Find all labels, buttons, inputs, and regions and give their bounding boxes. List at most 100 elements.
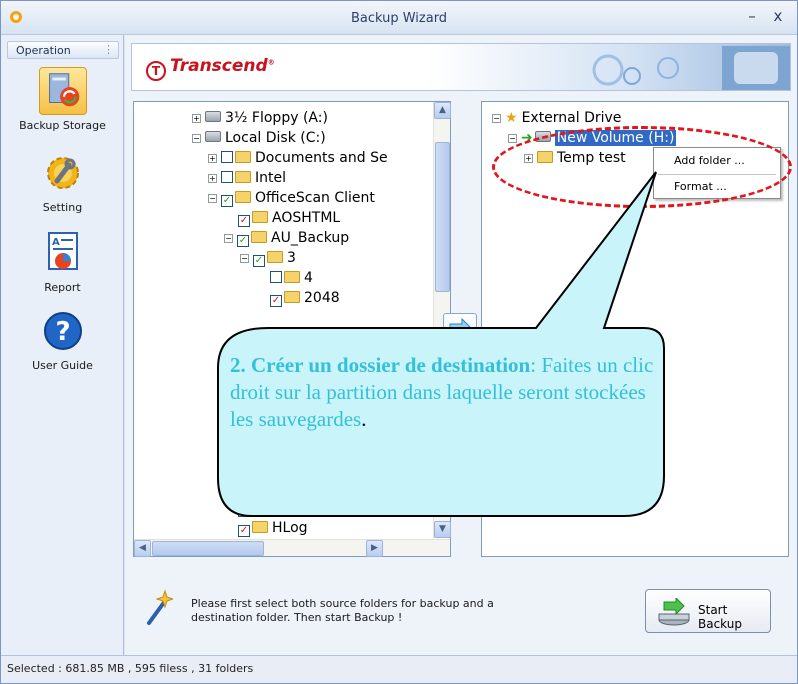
folder-icon bbox=[235, 151, 251, 163]
collapse-icon[interactable]: − bbox=[508, 134, 517, 143]
tree-row[interactable]: ✓ debug bbox=[238, 498, 316, 518]
callout-heading: 2. Créer un dossier de destination bbox=[230, 353, 531, 377]
sidebar-item-label: Backup Storage bbox=[19, 119, 106, 132]
checkbox-checked[interactable]: ✓ bbox=[237, 235, 249, 247]
tree-row[interactable]: 4 bbox=[270, 268, 313, 288]
hint-text: Please first select both source folders … bbox=[191, 597, 494, 624]
tree-row-label: Local Disk (C:) bbox=[225, 130, 326, 146]
folder-icon bbox=[235, 171, 251, 183]
tree-row[interactable]: − ✓ 3 bbox=[240, 248, 296, 268]
tree-row[interactable]: + Documents and Se bbox=[208, 148, 388, 168]
star-icon: ★ bbox=[505, 110, 518, 126]
close-button[interactable]: x bbox=[769, 7, 787, 25]
sidebar-header: Operation ⋮ bbox=[7, 41, 119, 59]
folder-icon bbox=[252, 501, 268, 513]
source-folder-tree[interactable]: +3½ Floppy (A:) − Local Disk (C:) + Docume… bbox=[133, 101, 451, 557]
report-icon: A bbox=[47, 232, 78, 270]
sidebar-item-label: Report bbox=[44, 281, 81, 294]
checkbox[interactable] bbox=[221, 171, 233, 183]
sidebar-item-label: Setting bbox=[42, 201, 83, 214]
banner-decoration-icon bbox=[592, 46, 790, 90]
backup-wizard-window: Backup Wizard – x Operation ⋮ Backup Sto… bbox=[0, 0, 798, 684]
magic-wand-icon bbox=[147, 589, 173, 625]
folder-icon bbox=[235, 191, 251, 203]
collapse-icon[interactable]: − bbox=[208, 194, 217, 203]
scrollbar-thumb[interactable] bbox=[152, 541, 264, 556]
status-text: Selected : 681.85 MB , 595 filess , 31 f… bbox=[7, 662, 254, 675]
checkbox-checked[interactable]: ✓ bbox=[270, 295, 282, 307]
tree-row[interactable]: ✓ HLog bbox=[238, 518, 308, 538]
transcend-logo-icon: T bbox=[146, 61, 166, 81]
tree-row-label: Intel bbox=[255, 170, 286, 186]
tree-row[interactable]: + Intel bbox=[208, 168, 286, 188]
svg-text:A: A bbox=[52, 237, 60, 248]
brand-logo: T Transcend® bbox=[146, 56, 275, 81]
move-right-button[interactable] bbox=[443, 313, 477, 343]
collapse-icon[interactable]: − bbox=[224, 234, 233, 243]
grip-icon: ⋮ bbox=[103, 43, 114, 56]
folder-icon bbox=[284, 271, 300, 283]
checkbox[interactable] bbox=[270, 271, 282, 283]
tree-row-label: OfficeScan Client bbox=[255, 190, 375, 206]
window-title: Backup Wizard bbox=[350, 11, 448, 26]
tree-row-label: AOSHTML bbox=[272, 210, 341, 226]
checkbox-checked[interactable]: ✓ bbox=[238, 215, 250, 227]
tree-row-label: 4 bbox=[304, 270, 313, 286]
expand-icon[interactable]: + bbox=[192, 114, 201, 123]
scroll-up-button[interactable]: ▲ bbox=[434, 102, 451, 119]
folder-icon bbox=[267, 251, 283, 263]
status-bar: Selected : 681.85 MB , 595 filess , 31 f… bbox=[1, 655, 797, 683]
start-backup-label: Start Backup bbox=[698, 603, 742, 631]
tree-row[interactable]: − ✓ OfficeScan Client bbox=[208, 188, 375, 208]
sidebar: Operation ⋮ Backup Storage Setting A Rep… bbox=[1, 35, 124, 655]
sidebar-item-user-guide[interactable]: ? User Guide bbox=[5, 307, 120, 372]
sidebar-item-report[interactable]: A Report bbox=[5, 229, 120, 294]
scroll-right-button[interactable]: ▶ bbox=[366, 540, 383, 557]
collapse-icon[interactable]: − bbox=[240, 254, 249, 263]
backup-storage-icon bbox=[38, 67, 87, 115]
folder-icon bbox=[251, 231, 267, 243]
tree-row-label: AU_Backup bbox=[271, 230, 350, 246]
highlight-ellipse bbox=[492, 126, 792, 208]
checkbox-checked[interactable]: ✓ bbox=[238, 525, 250, 537]
tree-row[interactable]: − Local Disk (C:) bbox=[192, 128, 326, 148]
tree-row-label: 3 bbox=[287, 250, 296, 266]
floppy-drive-icon bbox=[205, 111, 221, 122]
collapse-icon[interactable]: − bbox=[492, 114, 501, 123]
hard-drive-icon bbox=[205, 131, 221, 142]
sidebar-item-label: User Guide bbox=[32, 359, 93, 372]
checkbox-checked[interactable]: ✓ bbox=[253, 255, 265, 267]
scrollbar-thumb[interactable] bbox=[435, 142, 450, 292]
help-icon: ? bbox=[43, 312, 82, 350]
sidebar-item-backup-storage[interactable]: Backup Storage bbox=[5, 67, 120, 132]
expand-icon[interactable]: + bbox=[208, 174, 217, 183]
callout-period: . bbox=[361, 407, 367, 431]
tree-row-label: debug bbox=[272, 500, 317, 516]
svg-text:?: ? bbox=[55, 317, 70, 347]
scroll-down-button[interactable]: ▼ bbox=[434, 521, 451, 538]
checkbox-checked[interactable]: ✓ bbox=[238, 505, 250, 517]
tree-row[interactable]: ✓ 2048 bbox=[270, 288, 340, 308]
brand-name: Transcend bbox=[170, 56, 268, 76]
expand-icon[interactable]: + bbox=[208, 154, 217, 163]
scroll-left-button[interactable]: ◀ bbox=[134, 540, 151, 557]
horizontal-scrollbar[interactable]: ◀ ▶ bbox=[134, 539, 450, 557]
minimize-button[interactable]: – bbox=[743, 7, 761, 25]
tree-row-label: External Drive bbox=[521, 110, 622, 126]
checkbox[interactable] bbox=[221, 151, 233, 163]
sidebar-item-setting[interactable]: Setting bbox=[5, 149, 120, 214]
callout-text: 2. Créer un dossier de destination: Fait… bbox=[230, 352, 660, 433]
tree-row[interactable]: − ★ External Drive bbox=[492, 108, 621, 128]
tree-row[interactable]: − ✓ AU_Backup bbox=[224, 228, 349, 248]
tree-row-label: 3½ Floppy (A:) bbox=[225, 110, 328, 126]
brand-banner: T Transcend® bbox=[131, 43, 791, 91]
folder-icon bbox=[284, 291, 300, 303]
collapse-icon[interactable]: − bbox=[192, 134, 201, 143]
title-bar: Backup Wizard – x bbox=[1, 1, 797, 35]
start-backup-button[interactable]: Start Backup bbox=[645, 589, 771, 633]
folder-icon bbox=[252, 521, 268, 533]
checkbox-checked[interactable]: ✓ bbox=[221, 195, 233, 207]
tree-row[interactable]: +3½ Floppy (A:) bbox=[192, 108, 328, 128]
tree-row-label: 2048 bbox=[304, 290, 340, 306]
tree-row[interactable]: ✓ AOSHTML bbox=[238, 208, 340, 228]
